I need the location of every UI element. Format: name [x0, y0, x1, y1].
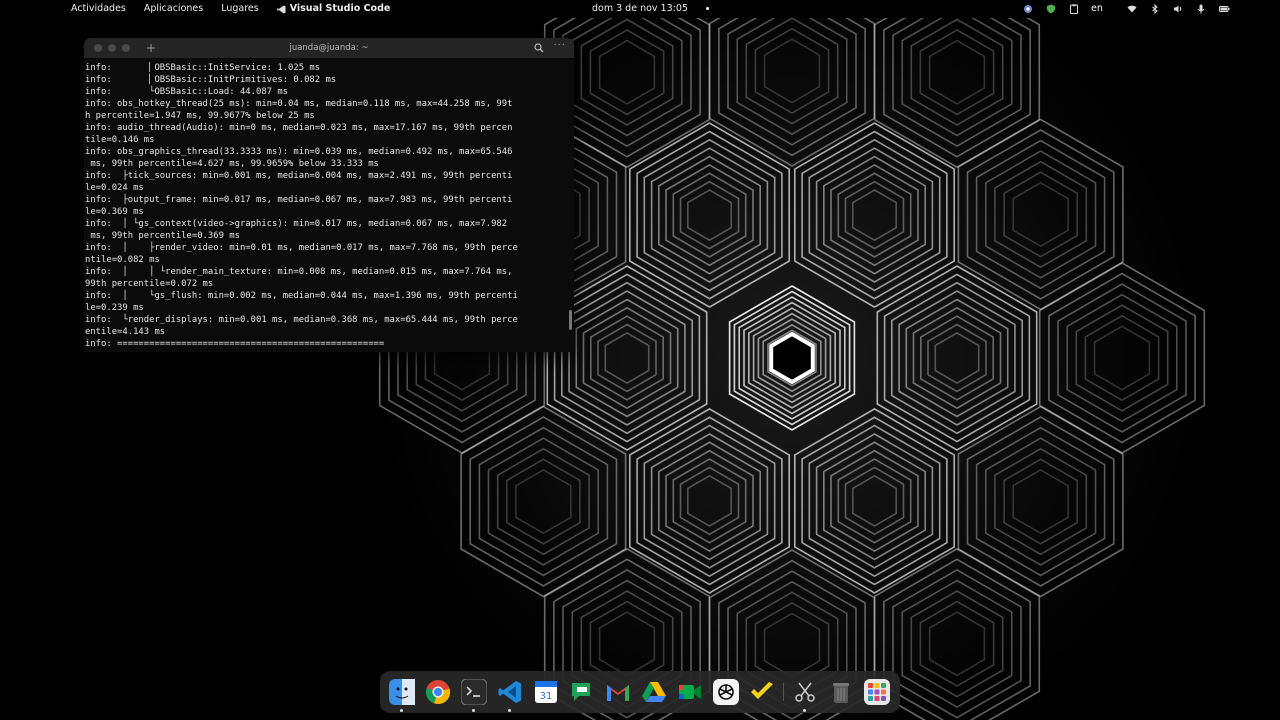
dock-terminal[interactable]: [460, 678, 488, 712]
checkmark-icon: [751, 682, 773, 699]
dock-trash[interactable]: [828, 679, 854, 705]
microphone-icon[interactable]: [1196, 4, 1207, 15]
dock-drive[interactable]: [641, 679, 667, 705]
menu-icon[interactable]: ···: [553, 40, 566, 51]
chrome-icon: [425, 680, 451, 705]
top-bar: Actividades Aplicaciones Lugares Visual …: [0, 0, 1280, 18]
bluetooth-icon[interactable]: [1150, 4, 1161, 15]
calendar-icon: 31: [535, 681, 557, 703]
dock-app-grid[interactable]: [864, 679, 890, 705]
terminal-line: 99th percentile=0.072 ms: [85, 279, 214, 289]
dock-meet[interactable]: [677, 679, 703, 705]
terminal-line: h percentile=1.947 ms, 99.9677% below 25…: [85, 111, 315, 121]
dock-vscode[interactable]: [497, 679, 523, 712]
dock-sticky[interactable]: [749, 679, 775, 705]
activities-button[interactable]: Actividades: [71, 0, 126, 18]
terminal-line: info: ▏OBSBasic::InitService: 1.025 ms: [85, 63, 321, 73]
active-app-menu[interactable]: Visual Studio Code: [276, 0, 409, 18]
terminal-line: info: └OBSBasic::Load: 44.087 ms: [85, 87, 289, 97]
datetime-label: dom 3 de nov 13:05: [592, 3, 688, 14]
search-icon[interactable]: [534, 43, 544, 53]
drive-icon: [642, 682, 666, 702]
chatgpt-icon: [713, 679, 739, 705]
chat-icon: [572, 683, 590, 701]
running-indicator: [803, 709, 806, 712]
terminal-icon: [460, 678, 488, 706]
terminal-line: ms, 99th percentile=0.369 ms: [85, 231, 240, 241]
dock-chrome[interactable]: [425, 679, 451, 705]
terminal-line: le=0.024 ms: [85, 183, 144, 193]
trash-icon: [833, 683, 849, 703]
gmail-icon: [607, 685, 629, 701]
applications-menu[interactable]: Aplicaciones: [144, 0, 203, 18]
terminal-line: info: obs_graphics_thread(33.3333 ms): m…: [85, 147, 513, 157]
dock-chat[interactable]: [569, 679, 595, 705]
dock-screenshot[interactable]: [792, 679, 818, 712]
finder-icon: [389, 679, 415, 705]
terminal-line: info: │ └gs_context(video->graphics): mi…: [85, 219, 508, 229]
terminal-scrollbar[interactable]: [569, 310, 572, 330]
svg-text:31: 31: [540, 691, 553, 702]
battery-icon[interactable]: [1218, 4, 1230, 15]
terminal-line: ntile=0.082 ms: [85, 255, 160, 265]
terminal-line: info: ==================================…: [85, 339, 385, 349]
dock-gmail[interactable]: [605, 679, 631, 705]
terminal-titlebar[interactable]: + juanda@juanda: ~ ···: [84, 38, 574, 58]
screenshot-icon[interactable]: [1022, 4, 1033, 15]
active-app-label: Visual Studio Code: [289, 3, 391, 14]
terminal-window[interactable]: + juanda@juanda: ~ ··· info: ▏OBSBasic::…: [84, 38, 574, 352]
terminal-line: info: ├tick_sources: min=0.001 ms, media…: [85, 171, 513, 181]
meet-icon: [679, 685, 701, 699]
terminal-title: juanda@juanda: ~: [289, 43, 369, 53]
running-indicator: [400, 709, 403, 712]
dock-chatgpt[interactable]: [713, 679, 739, 705]
terminal-output[interactable]: info: ▏OBSBasic::InitService: 1.025 msin…: [84, 62, 569, 352]
dock-calendar[interactable]: 31: [533, 679, 559, 705]
dock-finder[interactable]: [389, 679, 415, 712]
notification-dot: [705, 7, 709, 10]
app-grid-icon: [864, 679, 890, 705]
terminal-line: info: └render_displays: min=0.001 ms, me…: [85, 315, 518, 325]
terminal-line: info: ▏OBSBasic::InitPrimitives: 0.082 m…: [85, 75, 337, 85]
vscode-icon: [498, 681, 521, 703]
running-indicator: [472, 709, 475, 712]
terminal-line: info: │ │ └render_main_texture: min=0.00…: [85, 267, 513, 277]
volume-icon[interactable]: [1173, 4, 1184, 15]
vscode-icon: [276, 4, 286, 14]
dock: 31: [380, 671, 900, 713]
terminal-line: info: │ └gs_flush: min=0.002 ms, median=…: [85, 291, 518, 301]
terminal-line: le=0.239 ms: [85, 303, 144, 313]
wifi-icon[interactable]: [1127, 4, 1138, 15]
terminal-line: entile=4.143 ms: [85, 327, 166, 337]
places-menu[interactable]: Lugares: [221, 0, 259, 18]
clipboard-icon[interactable]: [1068, 4, 1079, 15]
terminal-line: tile=0.146 ms: [85, 135, 155, 145]
shield-icon[interactable]: [1045, 4, 1056, 15]
scissors-icon: [795, 682, 815, 702]
running-indicator: [508, 709, 511, 712]
terminal-line: info: obs_hotkey_thread(25 ms): min=0.04…: [85, 99, 513, 109]
terminal-line: info: │ ├render_video: min=0.01 ms, medi…: [85, 243, 518, 253]
terminal-line: info: ├output_frame: min=0.017 ms, media…: [85, 195, 513, 205]
dock-separator: [783, 683, 784, 701]
language-indicator[interactable]: en: [1091, 0, 1103, 18]
terminal-line: le=0.369 ms: [85, 207, 144, 217]
clock[interactable]: dom 3 de nov 13:05: [592, 0, 709, 18]
terminal-line: info: audio_thread(Audio): min=0 ms, med…: [85, 123, 513, 133]
terminal-line: ms, 99th percentile=4.627 ms, 99.9659% b…: [85, 159, 379, 169]
